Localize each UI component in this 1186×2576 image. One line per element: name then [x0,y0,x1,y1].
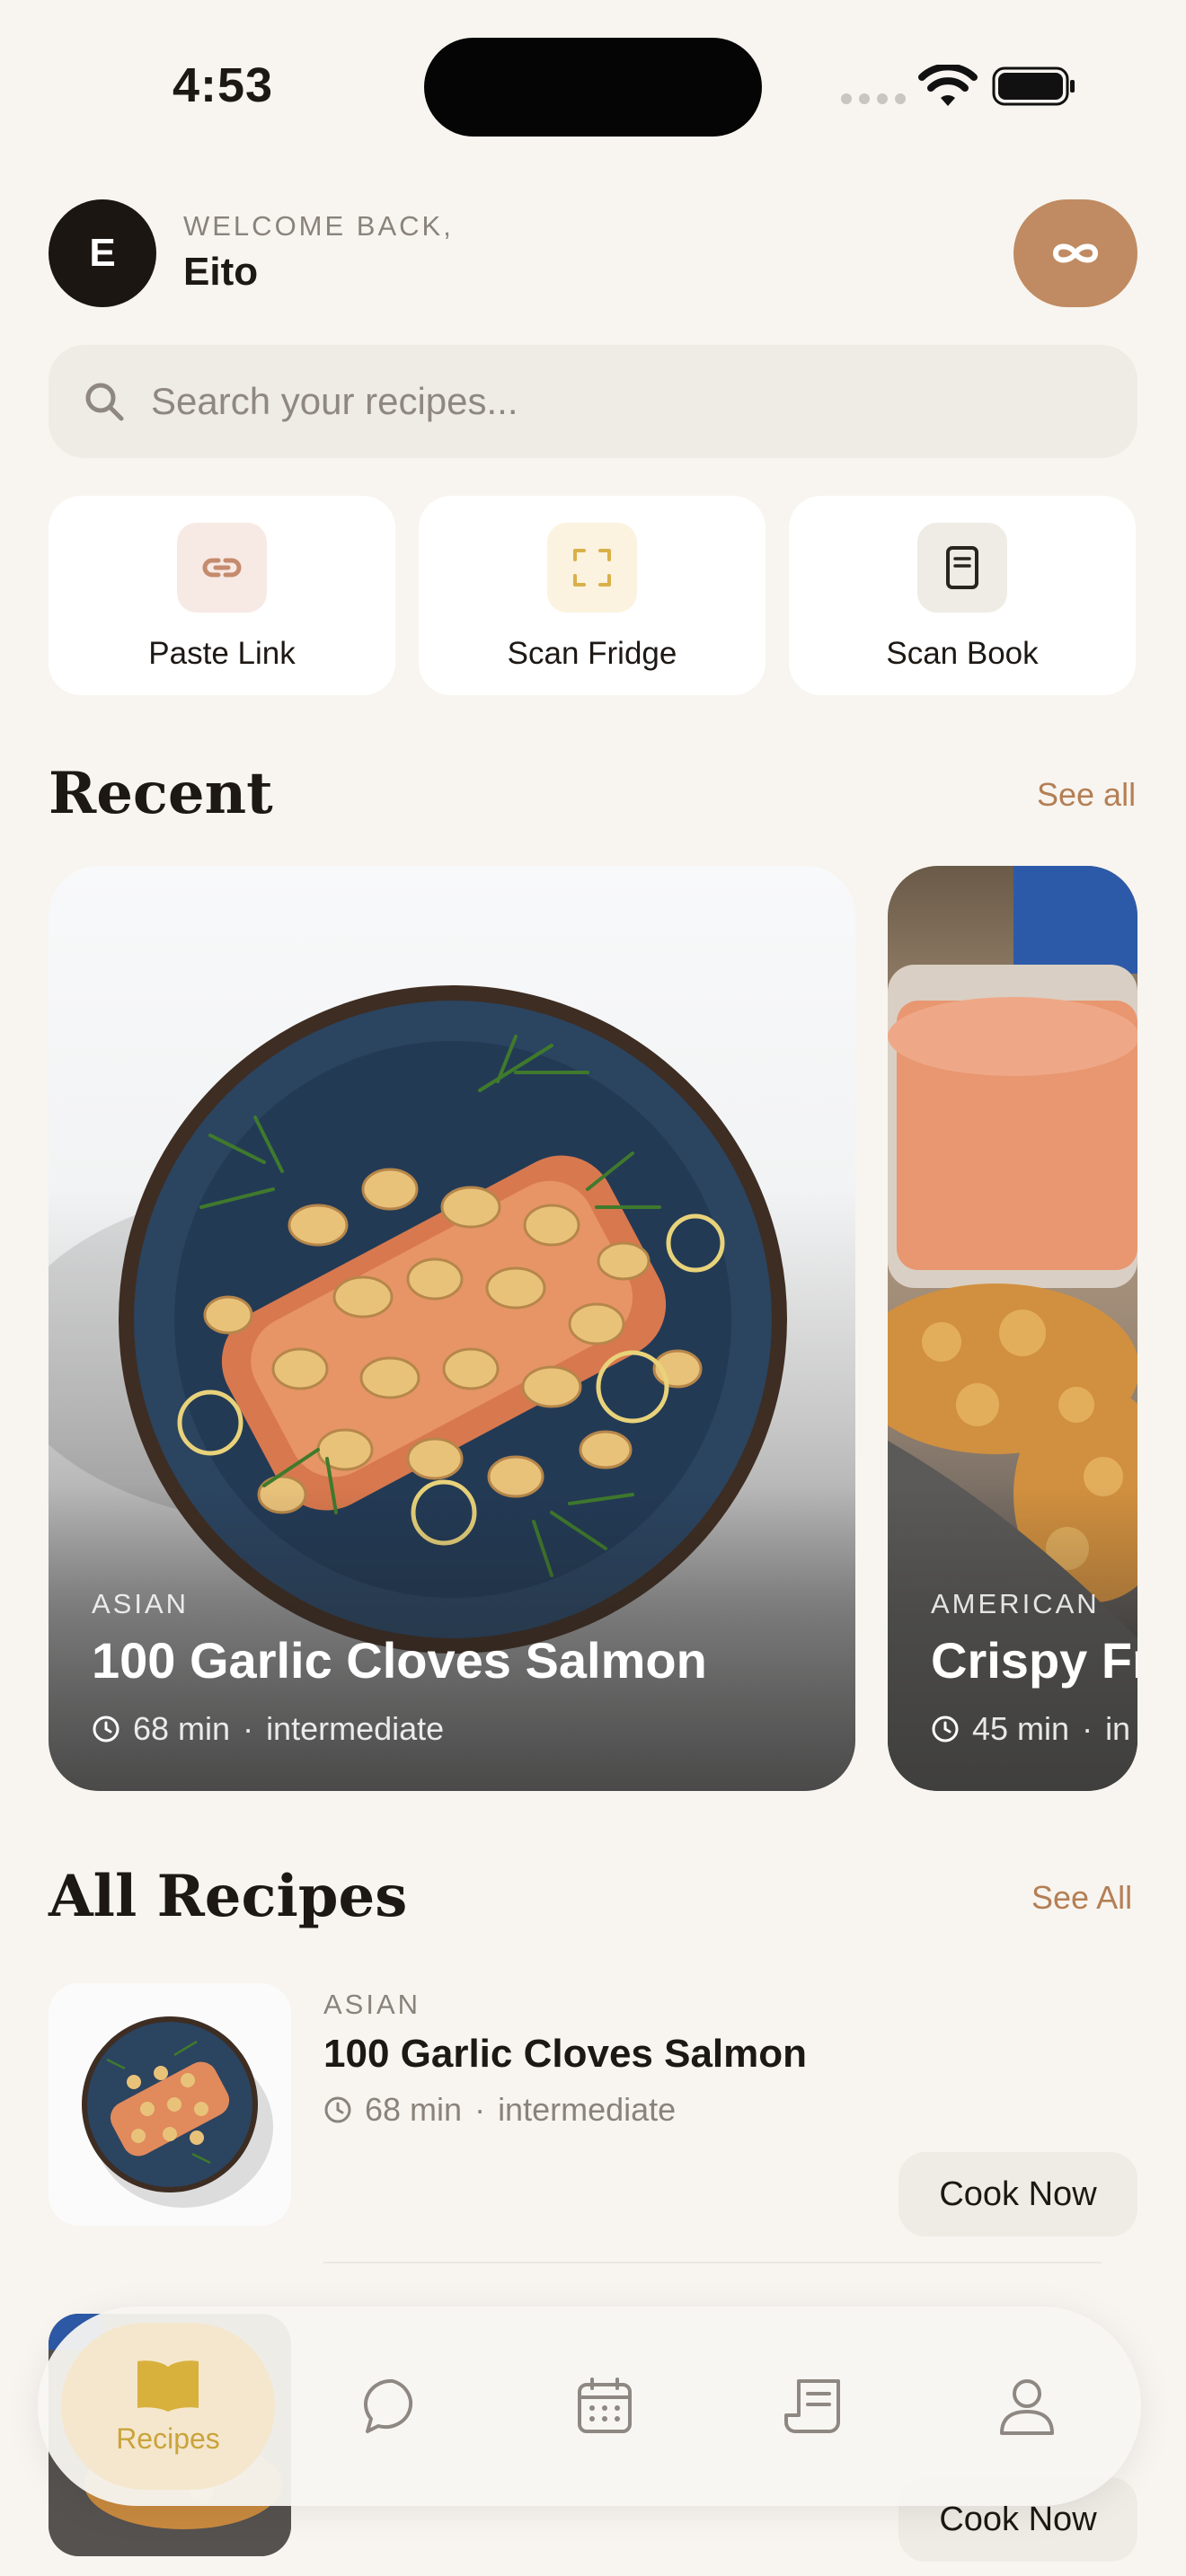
calendar-icon [578,2378,632,2433]
paste-link-button[interactable]: Paste Link [49,496,395,695]
tab-chat[interactable] [334,2307,451,2506]
tab-receipts[interactable] [757,2307,873,2506]
recent-see-all-link[interactable]: See all [1037,776,1136,814]
salmon-thumbnail-image [82,2016,273,2208]
search-placeholder: Search your recipes... [151,380,518,422]
welcome-label: WELCOME BACK, [183,210,454,242]
recipe-time: 68 min [365,2091,463,2128]
bottom-tab-bar: Recipes [38,2307,1141,2506]
tab-calendar[interactable] [546,2307,663,2506]
paste-link-label: Paste Link [148,636,296,671]
card-category: ASIAN [92,1588,190,1619]
premium-button[interactable] [1013,199,1137,307]
recipe-difficulty: intermediate [498,2091,677,2128]
search-icon [85,383,124,421]
card-time: 68 min [133,1710,231,1747]
meta-separator: · [474,2091,486,2128]
cook-now-button[interactable]: Cook Now [898,2152,1137,2236]
recipe-meta: 68 min · intermediate [323,2091,676,2129]
battery-icon [992,66,1075,106]
scan-frame-icon [547,523,637,613]
profile-icon [1000,2379,1054,2435]
wifi-icon [918,65,978,106]
card-meta: 68 min · intermediate [92,1710,444,1748]
meta-separator: · [243,1710,254,1747]
scan-fridge-button[interactable]: Scan Fridge [419,496,766,695]
dynamic-island [424,38,762,137]
cellular-signal-icon [841,93,906,104]
recipe-thumbnail [49,1983,291,2226]
tab-recipes-label: Recipes [116,2422,220,2455]
card-title: 100 Garlic Cloves Salmon [92,1632,707,1689]
card-title: Crispy Fr [931,1632,1137,1689]
clock-icon [324,2096,351,2123]
recent-recipe-card[interactable]: ASIAN 100 Garlic Cloves Salmon 68 min · … [49,866,855,1791]
book-page-icon [917,523,1007,613]
card-time: 45 min [972,1710,1070,1747]
recent-section-title: Recent [49,760,273,827]
card-category: AMERICAN [931,1588,1100,1619]
infinity-icon [1052,243,1099,263]
clock-icon [93,1716,119,1742]
card-difficulty: intermediate [266,1710,445,1747]
chat-icon [364,2378,413,2433]
scan-book-button[interactable]: Scan Book [789,496,1136,695]
search-input[interactable]: Search your recipes... [49,345,1137,458]
receipt-icon [784,2379,840,2433]
recipes-home-screen: 4:53 E WELCOME BACK, Eito Search your re… [0,0,1186,2576]
scan-book-label: Scan Book [886,636,1039,671]
book-icon [137,2360,199,2412]
meta-separator: · [1082,1710,1093,1747]
status-time: 4:53 [173,58,274,112]
scan-fridge-label: Scan Fridge [507,636,677,671]
recipe-title: 100 Garlic Cloves Salmon [323,2032,808,2076]
user-name: Eito [183,250,259,294]
all-recipes-see-all-link[interactable]: See All [1031,1879,1132,1917]
clock-icon [932,1716,959,1742]
recipe-category: ASIAN [323,1989,421,2020]
avatar[interactable]: E [49,199,156,307]
list-divider [323,2262,1102,2263]
tab-recipes[interactable]: Recipes [61,2323,275,2490]
card-meta: 45 min · in [931,1710,1130,1748]
link-icon [177,523,267,613]
card-difficulty: in [1105,1710,1131,1747]
all-recipes-section-title: All Recipes [49,1863,408,1930]
recent-recipe-card[interactable]: AMERICAN Crispy Fr 45 min · in [888,866,1137,1791]
tab-profile[interactable] [969,2307,1085,2506]
